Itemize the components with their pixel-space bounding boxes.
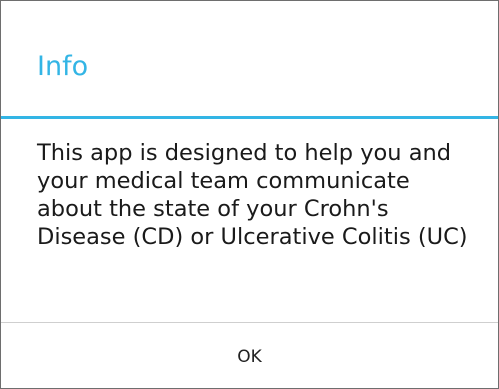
info-dialog: Info This app is designed to help you an…: [0, 0, 499, 389]
title-divider: [1, 116, 498, 119]
dialog-title: Info: [37, 51, 89, 82]
dialog-message: This app is designed to help you and you…: [37, 140, 468, 250]
ok-button[interactable]: OK: [1, 323, 498, 389]
